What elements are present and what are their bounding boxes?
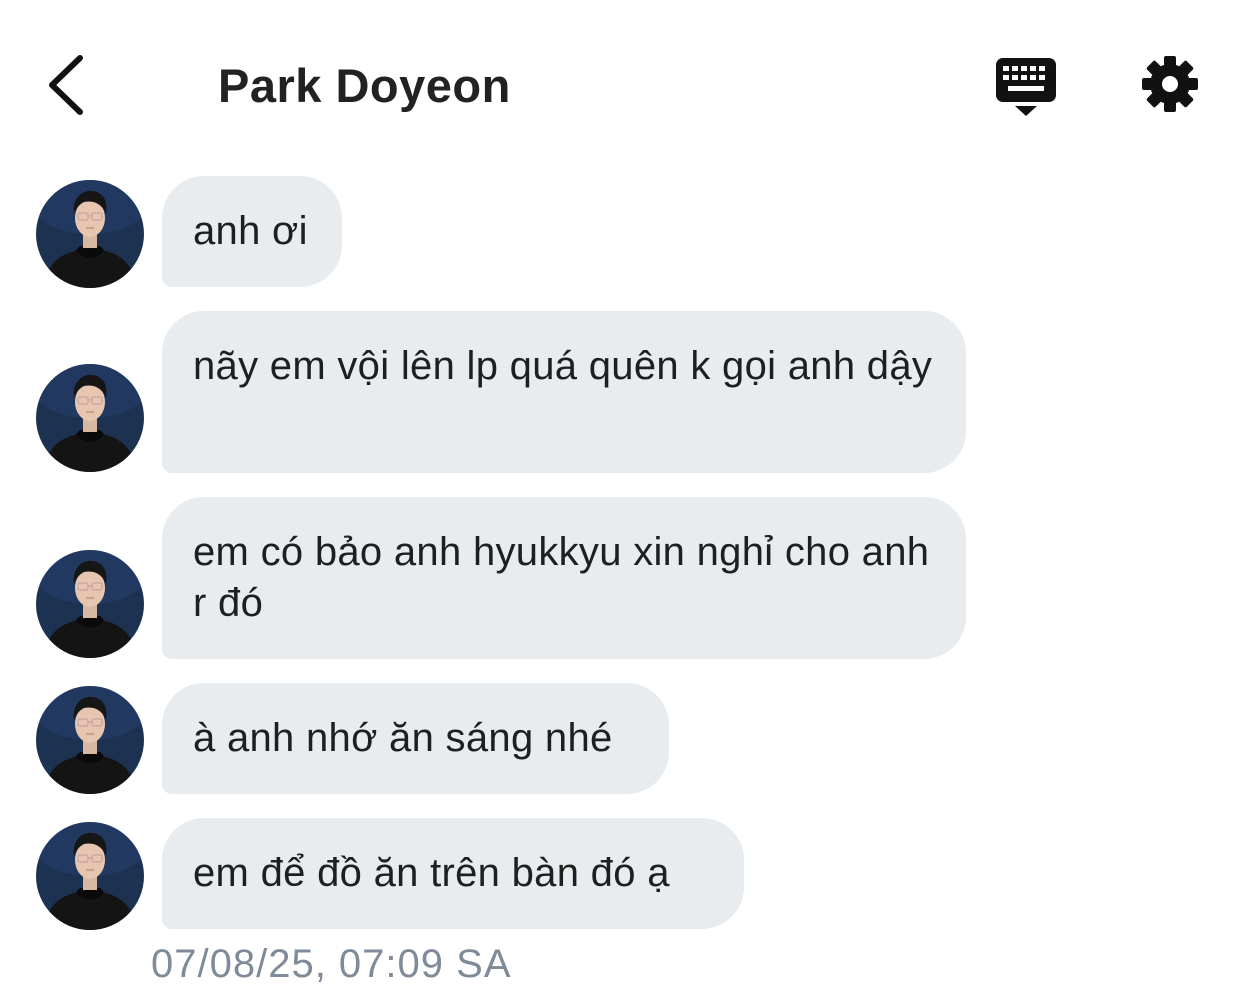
chat-screen: Park Doyeon anh ơi nãy em vội lên lp quá…: [0, 0, 1242, 985]
message-text: anh ơi: [193, 209, 308, 253]
message-bubble[interactable]: nãy em vội lên lp quá quên k gọi anh dậy: [162, 311, 966, 473]
avatar[interactable]: [36, 822, 144, 930]
gear-icon: [1142, 56, 1198, 112]
avatar[interactable]: [36, 550, 144, 658]
chevron-left-icon: [49, 55, 83, 115]
message-text: em để đồ ăn trên bàn đó ạ: [193, 851, 670, 895]
message-bubble[interactable]: em để đồ ăn trên bàn đó ạ: [162, 818, 744, 929]
avatar[interactable]: [36, 364, 144, 472]
avatar[interactable]: [36, 180, 144, 288]
settings-button[interactable]: [1140, 54, 1200, 114]
chat-header: Park Doyeon: [0, 0, 1242, 160]
message-text: à anh nhớ ăn sáng nhé: [193, 716, 613, 760]
back-button[interactable]: [38, 50, 98, 120]
contact-name: Park Doyeon: [218, 59, 511, 112]
message-timestamp: 07/08/25, 07:09 SA: [151, 942, 512, 985]
message-bubble[interactable]: anh ơi: [162, 176, 342, 287]
message-text: em có bảo anh hyukkyu xin nghỉ cho anh r…: [193, 530, 930, 625]
message-text: nãy em vội lên lp quá quên k gọi anh dậy: [193, 344, 933, 388]
message-bubble[interactable]: à anh nhớ ăn sáng nhé: [162, 683, 669, 794]
avatar[interactable]: [36, 686, 144, 794]
keyboard-icon: [996, 58, 1056, 116]
keyboard-button[interactable]: [994, 56, 1058, 118]
message-bubble[interactable]: em có bảo anh hyukkyu xin nghỉ cho anh r…: [162, 497, 966, 659]
